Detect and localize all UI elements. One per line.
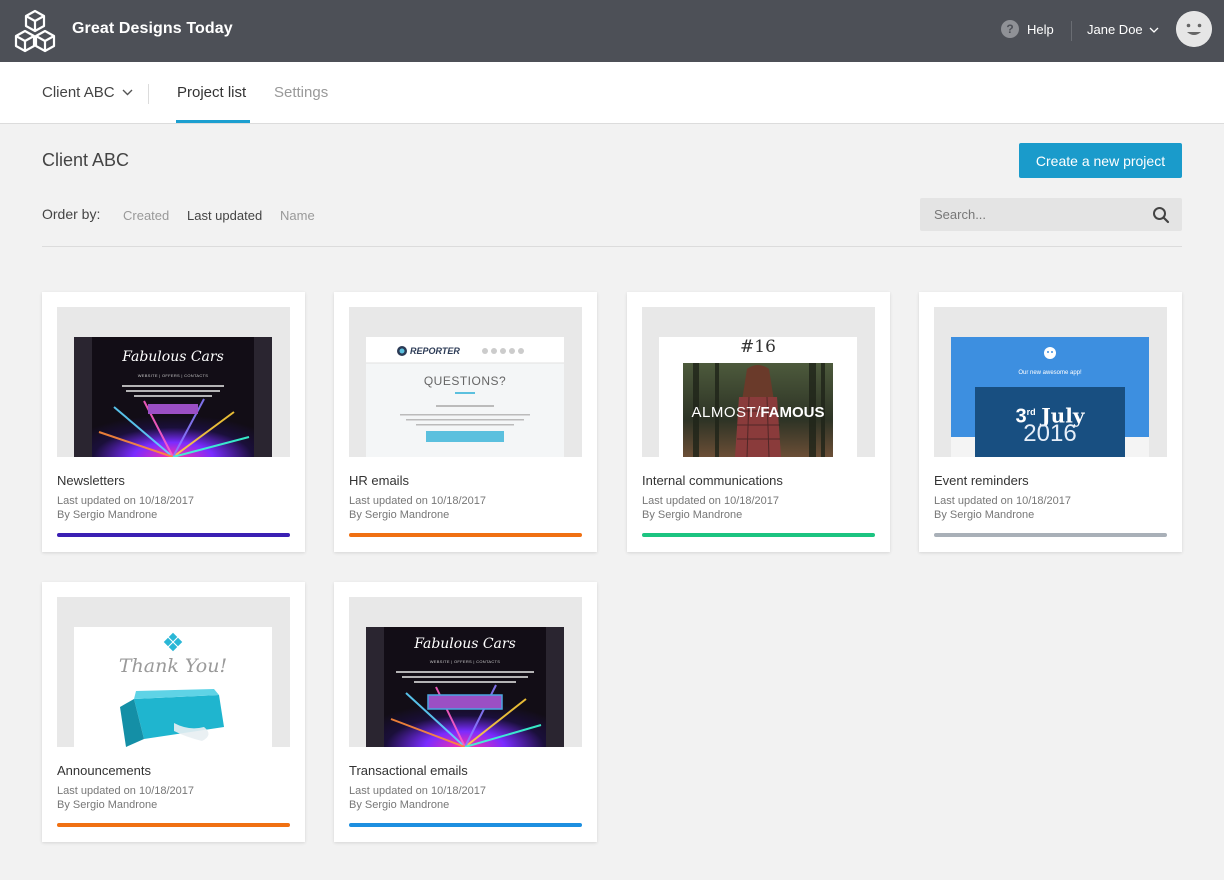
preview-heading: QUESTIONS?: [423, 374, 507, 388]
subnav-divider: [148, 84, 149, 104]
reporter-artwork: [366, 337, 564, 457]
project-card-hr-emails[interactable]: REPORTER QUESTIONS? HR emails Last updat…: [334, 292, 597, 552]
create-project-button[interactable]: Create a new project: [1019, 143, 1182, 178]
thank-you-artwork: [74, 627, 272, 747]
section-divider: [42, 246, 1182, 247]
order-option-last-updated[interactable]: Last updated: [187, 208, 262, 223]
project-author: By Sergio Mandrone: [349, 799, 450, 811]
project-color-bar: [934, 533, 1167, 537]
project-thumbnail[interactable]: REPORTER QUESTIONS?: [349, 307, 582, 457]
project-thumbnail[interactable]: Thank You!: [57, 597, 290, 747]
project-color-bar: [642, 533, 875, 537]
project-author: By Sergio Mandrone: [57, 509, 158, 521]
project-card-announcements[interactable]: Thank You! Announcements Last updated on…: [42, 582, 305, 842]
client-selector[interactable]: Client ABC: [42, 84, 133, 101]
preview-tagline: Our new awesome app!: [1018, 370, 1082, 376]
preview-heading: Thank You!: [118, 655, 228, 677]
project-author: By Sergio Mandrone: [349, 509, 450, 521]
preview-issue-number: #16: [740, 337, 776, 357]
project-author: By Sergio Mandrone: [642, 509, 743, 521]
email-preview-fabulous-cars: Fabulous Cars WEBSITE | OFFERS | CONTACT…: [366, 627, 564, 747]
preview-date-suffix: rd: [1026, 407, 1036, 417]
help-link[interactable]: ? Help: [1001, 20, 1054, 38]
project-updated: Last updated on 10/18/2017: [57, 495, 195, 507]
tab-project-list[interactable]: Project list: [177, 84, 246, 101]
project-color-bar: [57, 533, 290, 537]
project-author: By Sergio Mandrone: [934, 509, 1035, 521]
help-label: Help: [1027, 21, 1054, 37]
project-title[interactable]: Event reminders: [934, 473, 1029, 488]
email-preview-almost-famous: #16 ALMOST/FAMOUS: [659, 337, 857, 457]
avatar[interactable]: [1176, 11, 1212, 47]
project-title[interactable]: Newsletters: [57, 473, 125, 488]
project-title[interactable]: Internal communications: [642, 473, 783, 488]
project-updated: Last updated on 10/18/2017: [642, 495, 780, 507]
top-bar: Great Designs Today ? Help Jane Doe: [0, 0, 1224, 62]
order-by-label: Order by:: [42, 206, 101, 222]
email-preview-thank-you: Thank You!: [74, 627, 272, 747]
chevron-down-icon: [122, 89, 133, 96]
topbar-divider: [1071, 21, 1072, 41]
project-color-bar: [57, 823, 290, 827]
project-color-bar: [349, 823, 582, 827]
project-author: By Sergio Mandrone: [57, 799, 158, 811]
preview-heading: Fabulous Cars: [122, 349, 224, 365]
user-name: Jane Doe: [1087, 22, 1143, 37]
chevron-down-icon: [1149, 27, 1159, 33]
project-card-newsletters[interactable]: Fabulous Cars WEBSITE | OFFERS | CONTACT…: [42, 292, 305, 552]
search-input[interactable]: [920, 198, 1150, 231]
project-card-internal-communications[interactable]: #16 ALMOST/FAMOUS Internal communication…: [627, 292, 890, 552]
page-title: Client ABC: [42, 150, 130, 170]
preview-date-year: 2016: [1023, 420, 1077, 447]
preview-brand: REPORTER: [410, 346, 460, 356]
preview-headline-bold: FAMOUS: [760, 404, 825, 421]
preview-headline: ALMOST/FAMOUS: [691, 404, 825, 421]
project-card-event-reminders[interactable]: Our new awesome app! 3rd July 2016 Event…: [919, 292, 1182, 552]
project-card-transactional-emails[interactable]: Fabulous Cars WEBSITE | OFFERS | CONTACT…: [334, 582, 597, 842]
project-thumbnail[interactable]: #16 ALMOST/FAMOUS: [642, 307, 875, 457]
email-preview-fabulous-cars: Fabulous Cars WEBSITE | OFFERS | CONTACT…: [74, 337, 272, 457]
project-title[interactable]: Transactional emails: [349, 763, 468, 778]
sub-navigation: Client ABC Project list Settings: [0, 62, 1224, 124]
project-title[interactable]: Announcements: [57, 763, 151, 778]
project-updated: Last updated on 10/18/2017: [57, 785, 195, 797]
preview-nav: WEBSITE | OFFERS | CONTACTS: [137, 373, 209, 378]
email-preview-reporter: REPORTER QUESTIONS?: [366, 337, 564, 457]
email-preview-event-date: Our new awesome app! 3rd July 2016: [951, 337, 1149, 457]
project-thumbnail[interactable]: Fabulous Cars WEBSITE | OFFERS | CONTACT…: [349, 597, 582, 747]
app-title: Great Designs Today: [72, 20, 233, 37]
order-option-created[interactable]: Created: [123, 208, 169, 223]
question-mark-icon: ?: [1001, 20, 1019, 38]
tab-settings[interactable]: Settings: [274, 84, 328, 101]
project-color-bar: [349, 533, 582, 537]
project-thumbnail[interactable]: Fabulous Cars WEBSITE | OFFERS | CONTACT…: [57, 307, 290, 457]
search-box: [920, 198, 1182, 231]
project-thumbnail[interactable]: Our new awesome app! 3rd July 2016: [934, 307, 1167, 457]
preview-heading: Fabulous Cars: [414, 636, 516, 652]
active-tab-indicator: [176, 120, 250, 123]
project-title[interactable]: HR emails: [349, 473, 409, 488]
project-updated: Last updated on 10/18/2017: [349, 495, 487, 507]
preview-nav: WEBSITE | OFFERS | CONTACTS: [429, 659, 501, 664]
search-icon[interactable]: [1152, 206, 1170, 224]
project-updated: Last updated on 10/18/2017: [934, 495, 1072, 507]
order-option-name[interactable]: Name: [280, 208, 315, 223]
client-selector-label: Client ABC: [42, 84, 115, 101]
user-menu[interactable]: Jane Doe: [1087, 22, 1159, 37]
cubes-logo-icon[interactable]: [13, 9, 57, 53]
preview-headline-light: ALMOST: [691, 404, 757, 421]
project-updated: Last updated on 10/18/2017: [349, 785, 487, 797]
